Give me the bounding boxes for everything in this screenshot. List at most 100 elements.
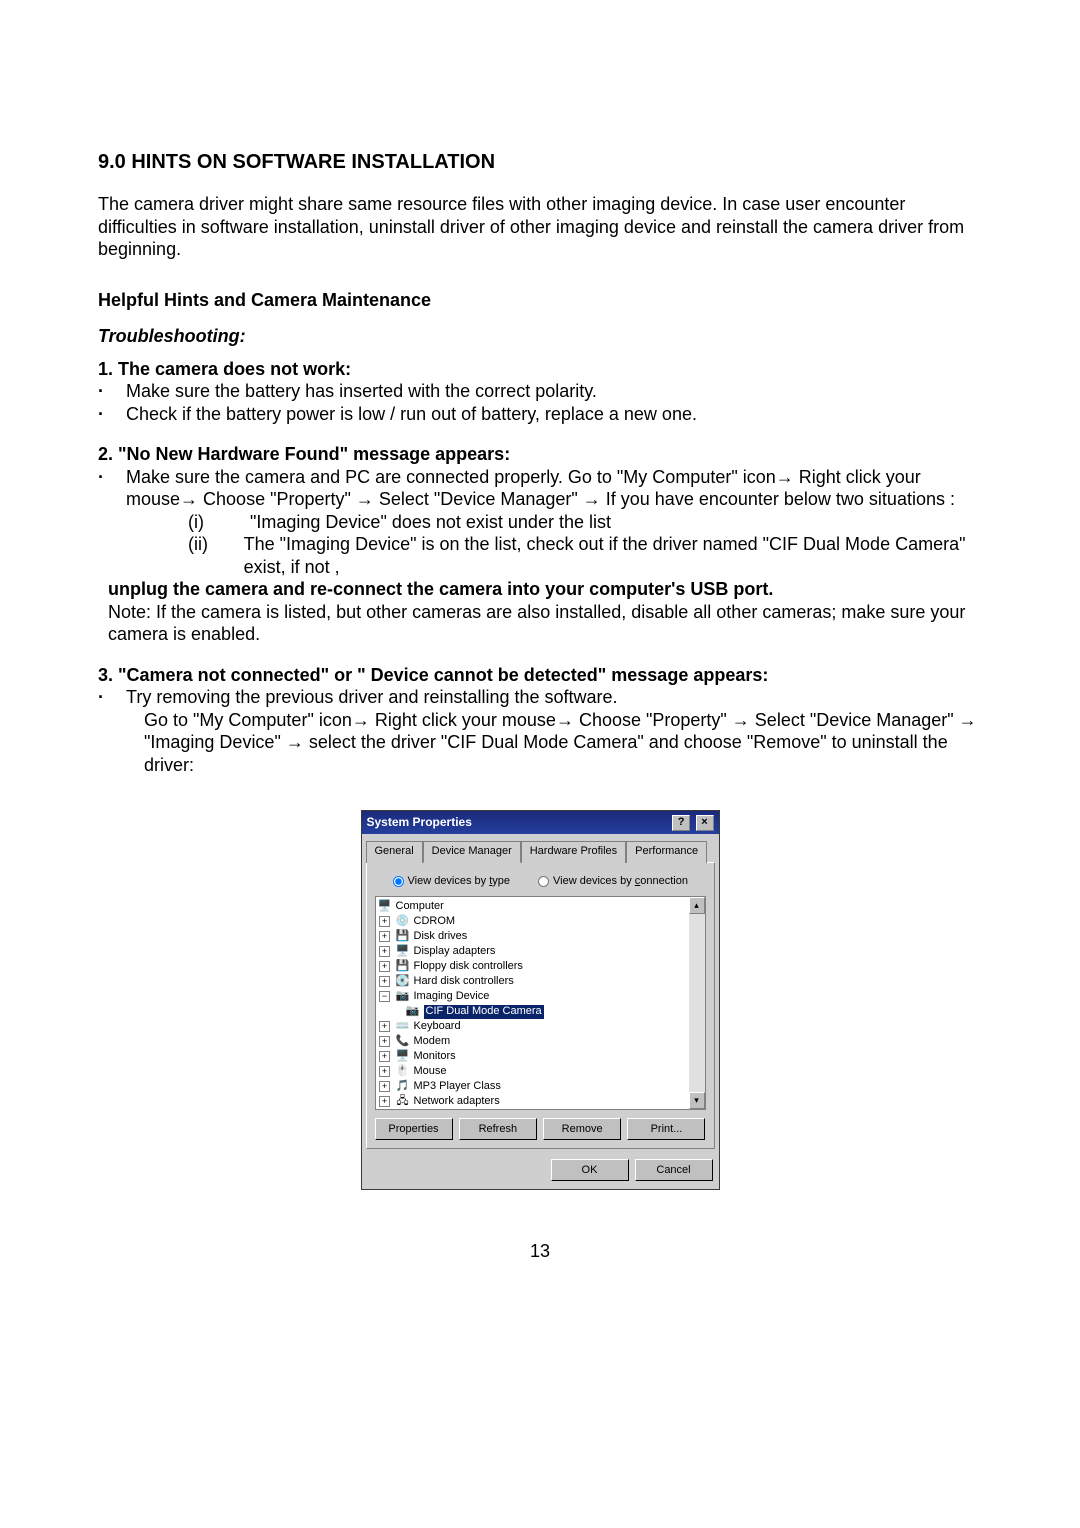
s2-frag-c: Choose "Property" [198, 489, 356, 509]
arrow-icon [732, 710, 750, 730]
expand-icon[interactable]: + [379, 961, 390, 972]
arrow-icon [583, 489, 601, 509]
tree-computer[interactable]: Computer [396, 900, 444, 914]
arrow-icon [180, 489, 198, 509]
tree-cif-camera[interactable]: CIF Dual Mode Camera [424, 1005, 544, 1019]
collapse-icon[interactable]: − [379, 991, 390, 1002]
expand-icon[interactable]: + [379, 1081, 390, 1092]
device-tree[interactable]: 🖥️Computer +💿CDROM +💾Disk drives +🖥️Disp… [375, 896, 706, 1110]
s1-bullet-2: · Check if the battery power is low / ru… [98, 403, 982, 426]
ok-button[interactable]: OK [551, 1159, 629, 1181]
expand-icon[interactable]: + [379, 931, 390, 942]
tree-scrollbar[interactable]: ▴ ▾ [689, 897, 705, 1109]
expand-icon[interactable]: + [379, 1051, 390, 1062]
expand-icon[interactable]: + [379, 1066, 390, 1077]
s2-roman-i: (i) "Imaging Device" does not exist unde… [188, 511, 982, 534]
bullet-dot-icon: · [98, 686, 126, 709]
tree-imaging[interactable]: Imaging Device [414, 990, 490, 1004]
scroll-down-icon[interactable]: ▾ [689, 1092, 705, 1109]
s2-frag-a: Make sure the camera and PC are connecte… [126, 467, 776, 487]
tab-general[interactable]: General [366, 841, 423, 863]
s1-bullet-1: · Make sure the battery has inserted wit… [98, 380, 982, 403]
s3-heading: 3. "Camera not connected" or " Device ca… [98, 664, 982, 687]
print-button[interactable]: Print... [627, 1118, 705, 1140]
s2-frag-e: If you have encounter below two situatio… [601, 489, 955, 509]
arrow-icon [959, 710, 977, 730]
arrow-icon [286, 732, 304, 752]
s2-roman-i-text: "Imaging Device" does not exist under th… [250, 511, 611, 534]
radio-view-by-connection-input[interactable] [538, 876, 549, 887]
roman-index-i: (i) [188, 511, 250, 534]
tree-hdd[interactable]: Hard disk controllers [414, 975, 514, 989]
s1-heading: 1. The camera does not work: [98, 358, 982, 381]
arrow-icon [776, 467, 794, 487]
s1-bullet-1-text: Make sure the battery has inserted with … [126, 380, 982, 403]
tree-network[interactable]: Network adapters [414, 1095, 500, 1109]
view-conn-rest: onnection [640, 875, 688, 887]
refresh-button[interactable]: Refresh [459, 1118, 537, 1140]
expand-icon[interactable]: + [379, 1021, 390, 1032]
s2-heading: 2. "No New Hardware Found" message appea… [98, 443, 982, 466]
s2-bullet-1-text: Make sure the camera and PC are connecte… [126, 466, 982, 511]
tree-mp3[interactable]: MP3 Player Class [414, 1080, 501, 1094]
radio-view-by-connection[interactable]: View devices by connection [538, 875, 688, 889]
intro-paragraph: The camera driver might share same resou… [98, 193, 982, 261]
s2-roman-ii-text: The "Imaging Device" is on the list, che… [244, 533, 982, 578]
s3-bullet-1: · Try removing the previous driver and r… [98, 686, 982, 709]
s2-unplug-line: unplug the camera and re-connect the cam… [108, 579, 773, 599]
expand-icon[interactable]: + [379, 976, 390, 987]
tree-keyboard[interactable]: Keyboard [414, 1020, 461, 1034]
s3-bullet-1-text: Try removing the previous driver and rei… [126, 686, 982, 709]
tabs-bar: General Device Manager Hardware Profiles… [362, 834, 719, 862]
tree-disk[interactable]: Disk drives [414, 930, 468, 944]
page-number: 13 [98, 1240, 982, 1263]
view-conn-pre: View devices by [553, 875, 635, 887]
s3-frag-b: Right click your mouse [370, 710, 556, 730]
arrow-icon [556, 710, 574, 730]
radio-view-by-type[interactable]: View devices by type [393, 875, 511, 889]
help-button[interactable]: ? [672, 815, 690, 831]
expand-icon[interactable]: + [379, 1036, 390, 1047]
view-type-pre: View devices by [408, 875, 490, 887]
tree-monitors[interactable]: Monitors [414, 1050, 456, 1064]
radio-view-by-type-input[interactable] [393, 876, 404, 887]
s2-note-line: Note: If the camera is listed, but other… [108, 601, 982, 646]
tree-cdrom[interactable]: CDROM [414, 915, 456, 929]
tab-device-manager[interactable]: Device Manager [423, 841, 521, 863]
s2-bullet-1: · Make sure the camera and PC are connec… [98, 466, 982, 511]
tab-performance[interactable]: Performance [626, 841, 707, 863]
bullet-dot-icon: · [98, 380, 126, 403]
roman-index-ii: (ii) [188, 533, 244, 578]
tab-hardware-profiles[interactable]: Hardware Profiles [521, 841, 626, 863]
subsection-title: Helpful Hints and Camera Maintenance [98, 289, 982, 312]
s3-frag-c: Choose "Property" [574, 710, 732, 730]
s2-frag-d: Select "Device Manager" [374, 489, 583, 509]
s3-frag-e: "Imaging Device" [144, 732, 286, 752]
expand-icon[interactable]: + [379, 916, 390, 927]
troubleshooting-heading: Troubleshooting: [98, 325, 982, 348]
s1-bullet-2-text: Check if the battery power is low / run … [126, 403, 982, 426]
system-properties-dialog: System Properties ? × General Device Man… [361, 810, 720, 1190]
s3-steps-line: Go to "My Computer" icon Right click you… [144, 709, 982, 777]
tree-display[interactable]: Display adapters [414, 945, 496, 959]
tree-mouse[interactable]: Mouse [414, 1065, 447, 1079]
bullet-dot-icon: · [98, 403, 126, 426]
expand-icon[interactable]: + [379, 1096, 390, 1107]
s2-roman-ii: (ii) The "Imaging Device" is on the list… [188, 533, 982, 578]
arrow-icon [352, 710, 370, 730]
tree-modem[interactable]: Modem [414, 1035, 451, 1049]
section-title: 9.0 HINTS ON SOFTWARE INSTALLATION [98, 150, 982, 175]
bullet-dot-icon: · [98, 466, 126, 511]
view-type-rest: ype [492, 875, 510, 887]
cancel-button[interactable]: Cancel [635, 1159, 713, 1181]
s3-frag-a: Go to "My Computer" icon [144, 710, 352, 730]
dialog-title-bar: System Properties ? × [362, 811, 719, 834]
close-button[interactable]: × [696, 815, 714, 831]
expand-icon[interactable]: + [379, 946, 390, 957]
remove-button[interactable]: Remove [543, 1118, 621, 1140]
tree-floppy[interactable]: Floppy disk controllers [414, 960, 523, 974]
arrow-icon [356, 489, 374, 509]
properties-button[interactable]: Properties [375, 1118, 453, 1140]
dialog-title-text: System Properties [367, 815, 472, 830]
scroll-up-icon[interactable]: ▴ [689, 897, 705, 914]
